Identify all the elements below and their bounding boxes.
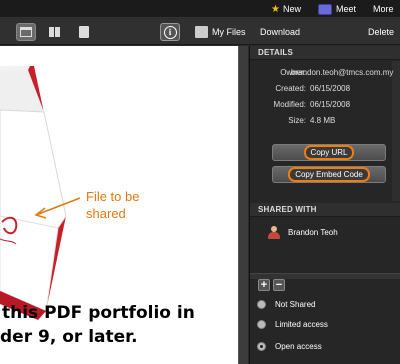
document-scrollbar[interactable] <box>238 46 248 364</box>
grid-view-button[interactable] <box>44 23 64 41</box>
option-not-shared[interactable]: Not Shared <box>257 300 315 309</box>
list-view-button[interactable] <box>16 23 36 41</box>
meet-label: Meet <box>336 4 357 14</box>
owner-value: brandon.teoh@tmcs.com.my <box>291 68 394 77</box>
size-label: Size: <box>288 116 306 125</box>
option-open-access[interactable]: Open access <box>257 342 322 351</box>
document-text-line-1: this PDF portfolio in <box>2 303 195 323</box>
open-access-label: Open access <box>275 342 322 351</box>
more-label: More <box>373 4 394 14</box>
modified-value: 06/15/2008 <box>310 100 351 109</box>
my-files-label: My Files <box>212 27 246 37</box>
copy-embed-code-button[interactable]: Copy Embed Code <box>272 166 386 183</box>
not-shared-label: Not Shared <box>275 300 316 309</box>
details-panel: DETAILS Owner: brandon.teoh@tmcs.com.my … <box>249 46 400 364</box>
add-user-button[interactable]: + <box>258 279 270 291</box>
callout-line-2: shared <box>86 206 126 221</box>
radio-limited-access[interactable] <box>257 320 266 329</box>
star-icon: ★ <box>271 3 280 15</box>
radio-not-shared[interactable] <box>257 300 266 309</box>
copy-url-button[interactable]: Copy URL <box>272 144 386 161</box>
user-icon <box>268 226 280 239</box>
my-files-button[interactable]: My Files <box>195 23 246 41</box>
info-button[interactable]: i <box>160 23 180 41</box>
panel-divider <box>250 273 400 279</box>
grid-view-icon <box>48 27 60 37</box>
remove-user-button[interactable]: − <box>273 279 285 291</box>
details-scrollbar[interactable] <box>392 61 400 201</box>
radio-open-access[interactable] <box>257 342 266 351</box>
page-view-button[interactable] <box>74 23 94 41</box>
limited-access-label: Limited access <box>275 320 328 329</box>
more-menu[interactable]: More <box>373 0 394 18</box>
new-label: New <box>282 4 301 14</box>
document-text-line-2: der 9, or later. <box>0 327 138 347</box>
created-label: Created: <box>275 84 306 93</box>
files-icon <box>195 26 208 38</box>
info-icon: i <box>163 25 177 39</box>
callout-text: File to be shared <box>86 188 139 222</box>
cover-white-panel <box>0 109 67 229</box>
shared-with-heading: SHARED WITH <box>250 203 400 217</box>
new-button[interactable]: ★ New <box>271 0 301 18</box>
option-limited-access[interactable]: Limited access <box>257 320 328 329</box>
shared-user[interactable]: Brandon Teoh <box>268 226 338 239</box>
page-view-icon <box>79 26 89 38</box>
size-value: 4.8 MB <box>310 116 336 125</box>
copy-url-label: Copy URL <box>303 145 355 160</box>
download-button[interactable]: Download <box>260 23 300 41</box>
list-view-icon <box>20 27 32 37</box>
copy-embed-code-label: Copy Embed Code <box>288 167 370 182</box>
delete-button[interactable]: Delete <box>368 23 394 41</box>
shared-user-name: Brandon Teoh <box>288 228 338 237</box>
top-bar: ★ New Meet More <box>0 0 400 18</box>
details-heading: DETAILS <box>250 46 400 60</box>
meet-icon <box>318 3 332 15</box>
modified-label: Modified: <box>273 100 306 109</box>
callout-line-1: File to be <box>86 189 140 204</box>
meet-button[interactable]: Meet <box>318 0 356 18</box>
toolbar: i My Files Download Delete <box>0 19 400 45</box>
created-value: 06/15/2008 <box>310 84 351 93</box>
